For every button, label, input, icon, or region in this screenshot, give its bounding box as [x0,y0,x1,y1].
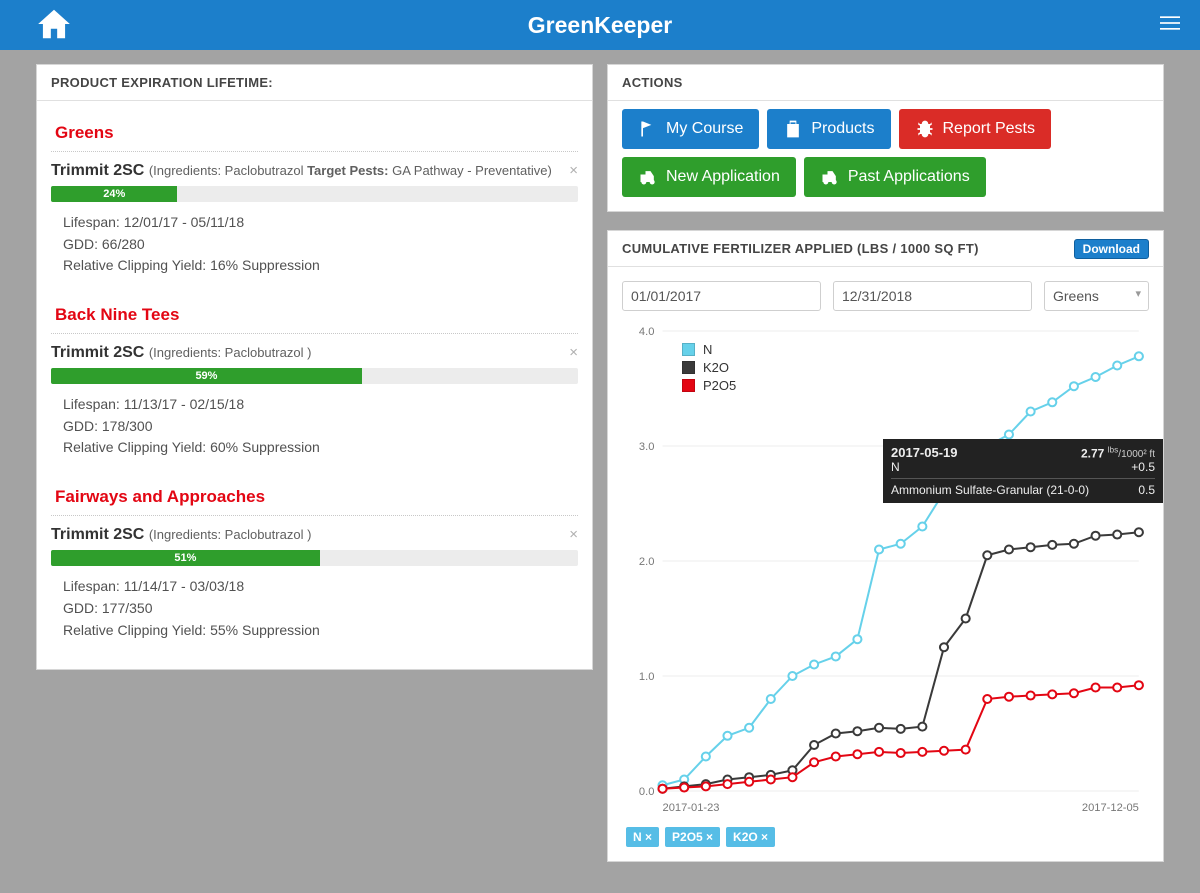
gdd: GDD: 177/350 [63,598,578,620]
section-title: Fairways and Approaches [51,473,578,516]
past-applications-button[interactable]: Past Applications [804,157,986,197]
close-icon[interactable]: × [569,162,578,179]
filter-tag[interactable]: P2O5 × [665,827,720,847]
product-name: Trimmit 2SC [51,526,144,543]
progress-bar: 59% [51,368,578,384]
actions-card: ACTIONS My CourseProductsReport Pests New… [607,64,1164,212]
close-icon[interactable]: × [569,344,578,361]
clipping-yield: Relative Clipping Yield: 60% Suppression [63,437,578,459]
chart-legend: NK2OP2O5 [672,333,746,402]
section-title: Back Nine Tees [51,291,578,334]
home-icon[interactable] [35,5,73,48]
svg-text:1.0: 1.0 [639,671,654,683]
app-title: GreenKeeper [528,12,672,39]
product-item: Trimmit 2SC (Ingredients: Paclobutrazol … [51,152,578,291]
product-item: Trimmit 2SC (Ingredients: Paclobutrazol … [51,516,578,655]
progress-bar: 24% [51,186,578,202]
my-course-button[interactable]: My Course [622,109,759,149]
date-to-input[interactable] [833,281,1032,311]
chart-tooltip: 2017-05-19 2.77 lbs/1000² ft N+0.5 Ammon… [883,439,1163,503]
product-item: Trimmit 2SC (Ingredients: Paclobutrazol … [51,334,578,473]
date-from-input[interactable] [622,281,821,311]
product-name: Trimmit 2SC [51,344,144,361]
product-meta: (Ingredients: Paclobutrazol ) [149,345,312,360]
close-icon[interactable]: × [569,526,578,543]
svg-text:2017-01-23: 2017-01-23 [663,802,720,814]
product-meta: (Ingredients: Paclobutrazol ) [149,527,312,542]
card-title: ACTIONS [608,65,1163,101]
product-name: Trimmit 2SC [51,162,144,179]
products-button[interactable]: Products [767,109,890,149]
lifespan: Lifespan: 12/01/17 - 05/11/18 [63,212,578,234]
chart[interactable]: 0.0 1.0 2.0 3.0 4.0 2017-01-23 2017-12-05 NK2O… [622,321,1149,821]
card-title: CUMULATIVE FERTILIZER APPLIED (LBS / 100… [608,231,1163,267]
card-title: PRODUCT EXPIRATION LIFETIME: [37,65,592,101]
clipping-yield: Relative Clipping Yield: 55% Suppression [63,620,578,642]
svg-text:4.0: 4.0 [639,326,654,338]
lifespan: Lifespan: 11/14/17 - 03/03/18 [63,576,578,598]
product-meta: (Ingredients: Paclobutrazol Target Pests… [149,163,552,178]
chart-card: CUMULATIVE FERTILIZER APPLIED (LBS / 100… [607,230,1164,862]
report-pests-button[interactable]: Report Pests [899,109,1051,149]
clipping-yield: Relative Clipping Yield: 16% Suppression [63,255,578,277]
svg-text:0.0: 0.0 [639,786,654,798]
gdd: GDD: 66/280 [63,234,578,256]
gdd: GDD: 178/300 [63,416,578,438]
new-application-button[interactable]: New Application [622,157,796,197]
product-expiration-card: PRODUCT EXPIRATION LIFETIME: Greens Trim… [36,64,593,670]
svg-text:2.0: 2.0 [639,556,654,568]
menu-icon[interactable] [1160,13,1180,38]
filter-tag[interactable]: K2O × [726,827,775,847]
lifespan: Lifespan: 11/13/17 - 02/15/18 [63,394,578,416]
filter-tag[interactable]: N × [626,827,659,847]
progress-bar: 51% [51,550,578,566]
area-select[interactable]: Greens [1044,281,1149,311]
section-title: Greens [51,109,578,152]
svg-text:2017-12-05: 2017-12-05 [1082,802,1139,814]
download-button[interactable]: Download [1074,239,1149,259]
svg-text:3.0: 3.0 [639,441,654,453]
topbar: GreenKeeper [0,0,1200,50]
